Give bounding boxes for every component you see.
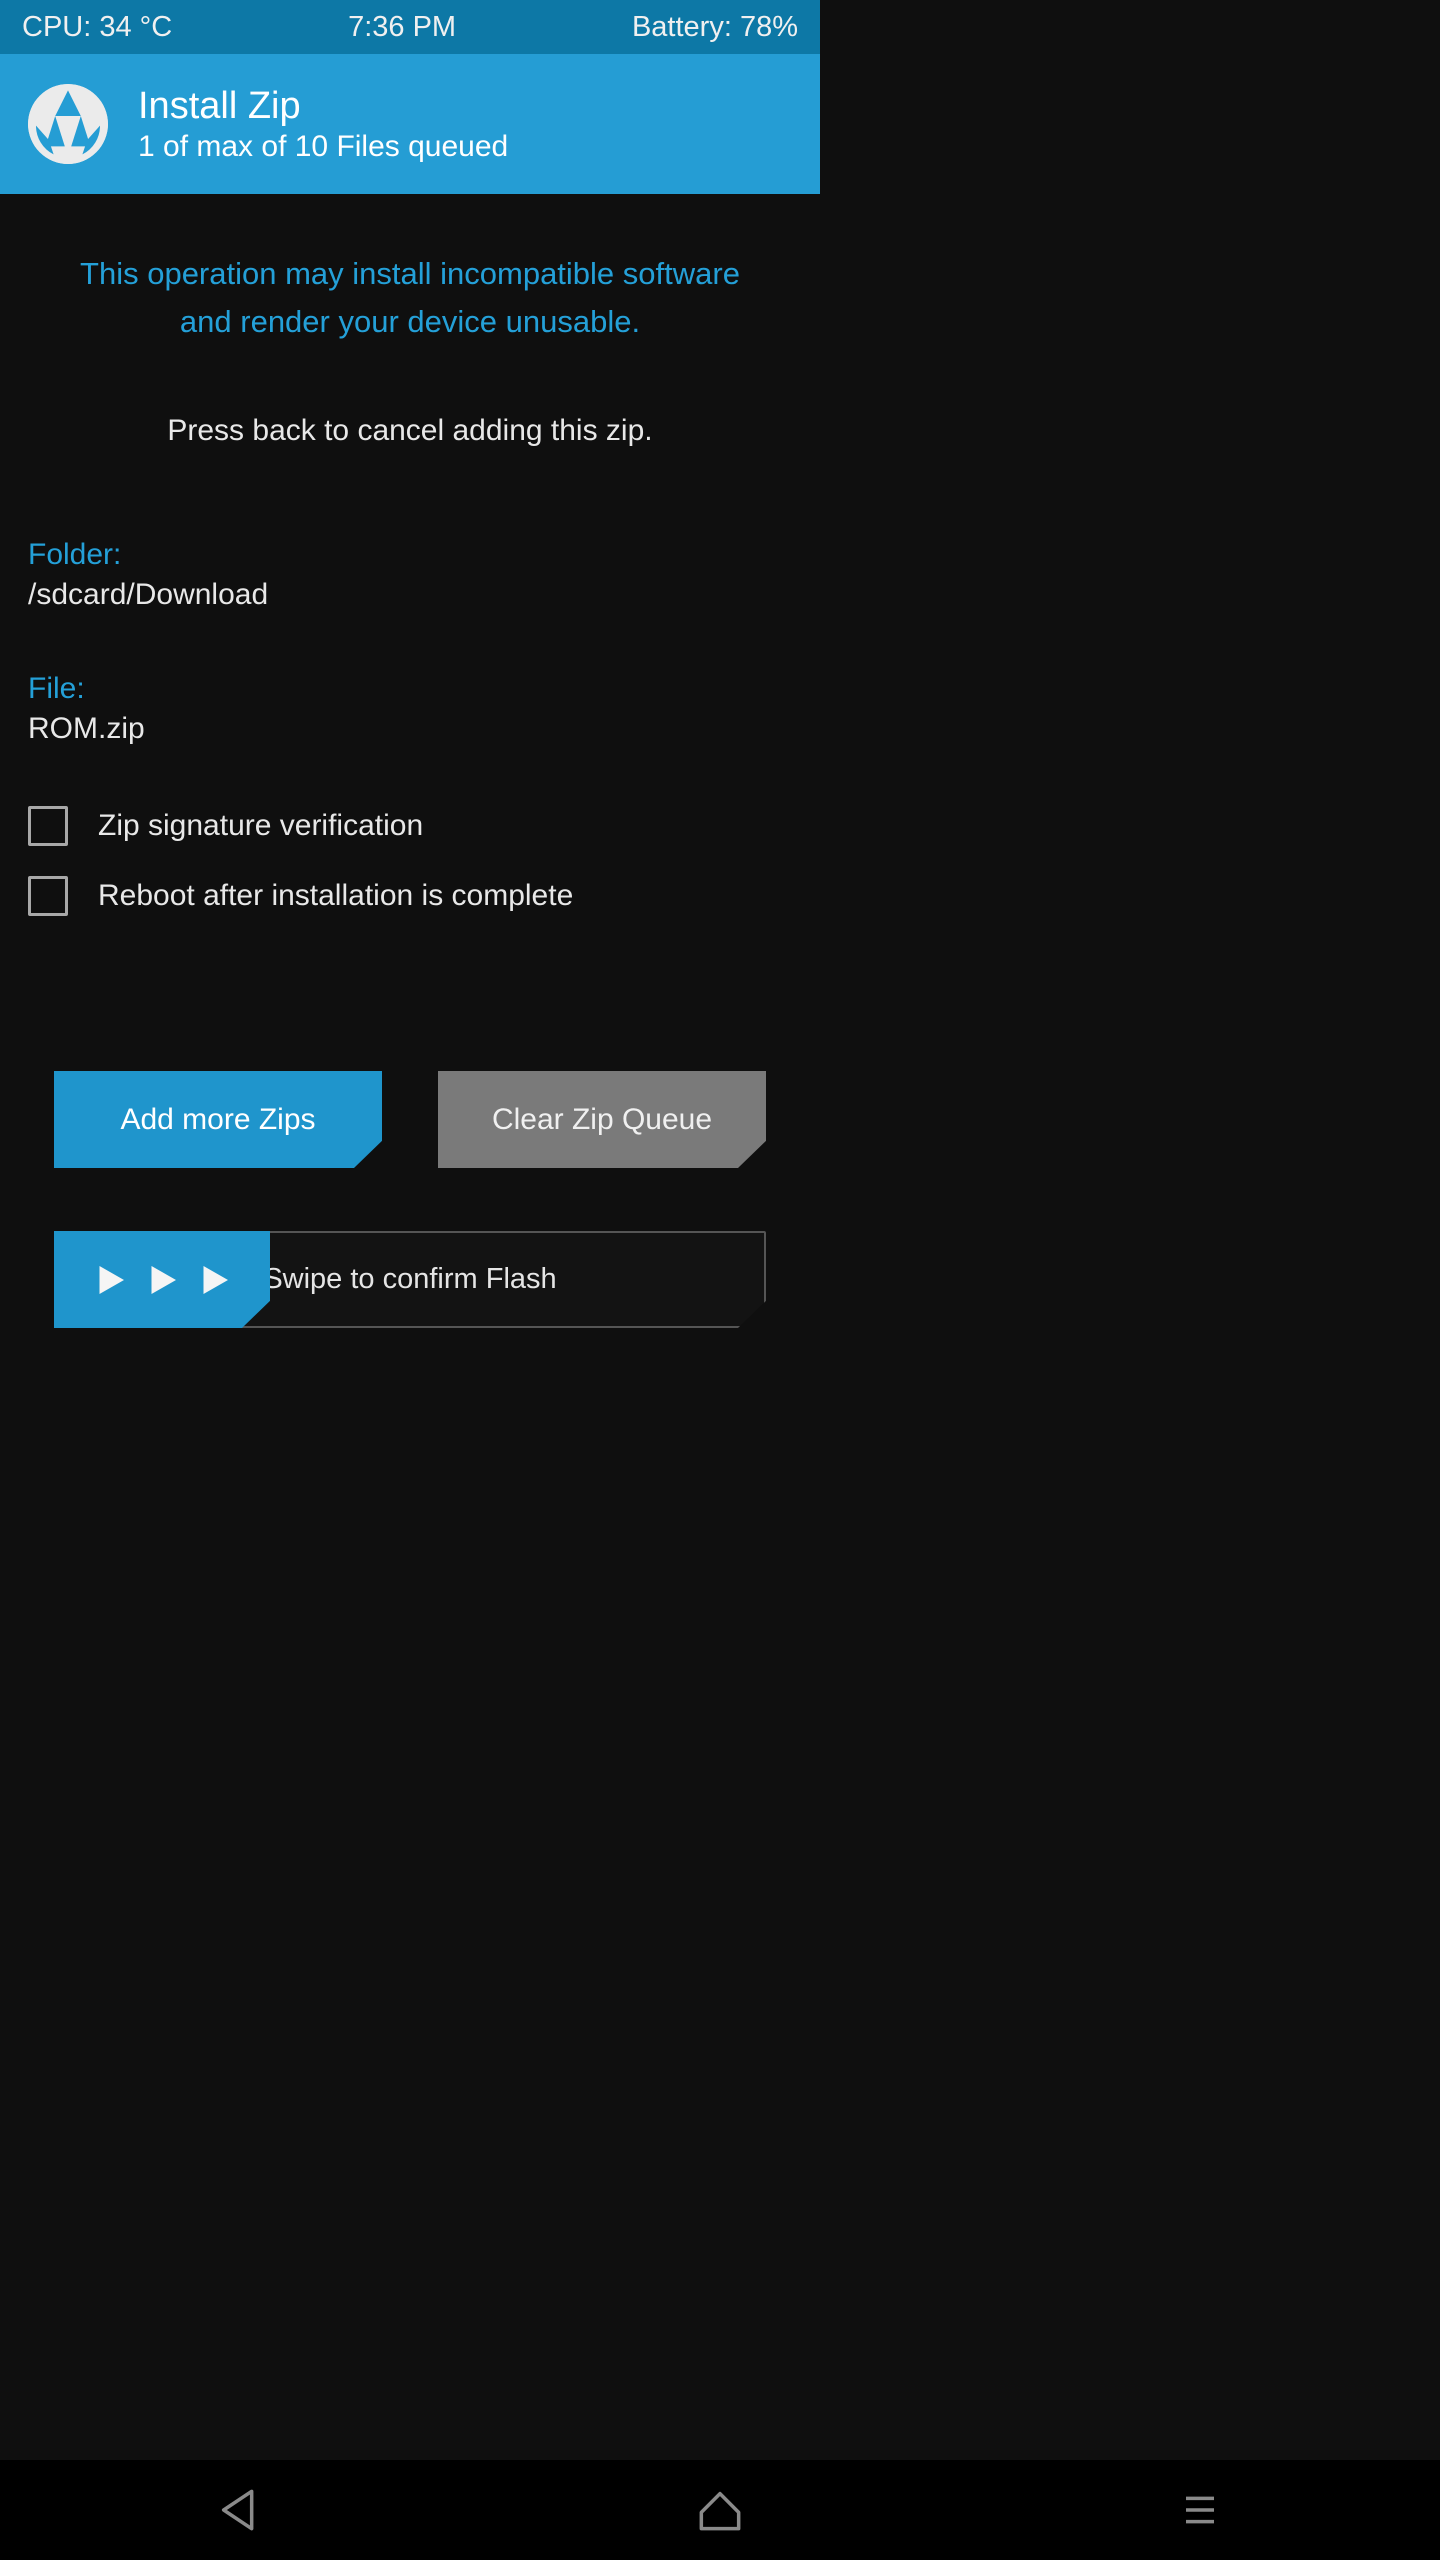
file-label: File: bbox=[28, 672, 792, 706]
queue-status: 1 of max of 10 Files queued bbox=[138, 130, 508, 164]
twrp-logo-icon bbox=[28, 84, 108, 164]
back-button[interactable] bbox=[212, 2482, 268, 2538]
swipe-slider[interactable]: Swipe to confirm Flash bbox=[54, 1231, 766, 1328]
folder-label: Folder: bbox=[28, 538, 792, 572]
cpu-temp: CPU: 34 °C bbox=[22, 11, 172, 44]
folder-value: /sdcard/Download bbox=[28, 578, 792, 612]
file-value: ROM.zip bbox=[28, 712, 792, 746]
checkbox-label-reboot: Reboot after installation is complete bbox=[98, 879, 573, 913]
nav-bar bbox=[0, 2460, 1440, 2560]
slider-handle[interactable] bbox=[54, 1231, 270, 1328]
play-icon bbox=[193, 1259, 235, 1301]
info-block: Folder: /sdcard/Download File: ROM.zip Z… bbox=[28, 538, 792, 916]
checkbox-icon[interactable] bbox=[28, 806, 68, 846]
play-icon bbox=[141, 1259, 183, 1301]
back-icon bbox=[212, 2482, 268, 2538]
checkbox-icon[interactable] bbox=[28, 876, 68, 916]
header-text: Install Zip 1 of max of 10 Files queued bbox=[138, 85, 508, 164]
clear-queue-label: Clear Zip Queue bbox=[492, 1103, 712, 1137]
header: Install Zip 1 of max of 10 Files queued bbox=[0, 54, 820, 194]
add-more-zips-button[interactable]: Add more Zips bbox=[54, 1071, 382, 1168]
clear-zip-queue-button[interactable]: Clear Zip Queue bbox=[438, 1071, 766, 1168]
warning-text: This operation may install incompatible … bbox=[28, 250, 792, 346]
checkbox-row-reboot[interactable]: Reboot after installation is complete bbox=[28, 876, 792, 916]
battery-level: Battery: 78% bbox=[632, 11, 798, 44]
content-area: This operation may install incompatible … bbox=[0, 194, 820, 1356]
checkbox-label-signature: Zip signature verification bbox=[98, 809, 423, 843]
menu-icon bbox=[1172, 2482, 1228, 2538]
play-icon bbox=[89, 1259, 131, 1301]
hint-text: Press back to cancel adding this zip. bbox=[28, 414, 792, 448]
home-icon bbox=[692, 2482, 748, 2538]
clock: 7:36 PM bbox=[348, 11, 456, 44]
page-title: Install Zip bbox=[138, 85, 508, 128]
slider-label: Swipe to confirm Flash bbox=[263, 1263, 556, 1296]
checkbox-row-signature[interactable]: Zip signature verification bbox=[28, 806, 792, 846]
menu-button[interactable] bbox=[1172, 2482, 1228, 2538]
add-more-label: Add more Zips bbox=[120, 1103, 315, 1137]
button-row: Add more Zips Clear Zip Queue bbox=[54, 1071, 766, 1168]
status-bar: CPU: 34 °C 7:36 PM Battery: 78% bbox=[0, 0, 820, 54]
home-button[interactable] bbox=[692, 2482, 748, 2538]
